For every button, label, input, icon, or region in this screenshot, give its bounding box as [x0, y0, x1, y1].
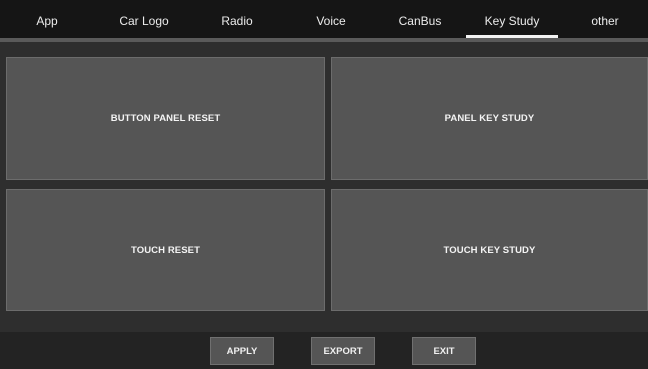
touch-reset-label: TOUCH RESET: [130, 244, 200, 256]
panel-key-study-label: PANEL KEY STUDY: [444, 113, 535, 124]
touch-key-study-button[interactable]: TOUCH KEY STUDY: [331, 189, 648, 311]
touch-reset-button[interactable]: TOUCH RESET: [6, 189, 325, 311]
panel-key-study-button[interactable]: PANEL KEY STUDY: [331, 57, 648, 180]
exit-button[interactable]: EXIT: [412, 337, 476, 365]
tab-key-study[interactable]: Key Study: [466, 0, 558, 38]
tab-voice[interactable]: Voice: [300, 0, 362, 38]
button-panel-reset-button[interactable]: BUTTON PANEL RESET: [6, 57, 325, 180]
top-tab-bar: App Car Logo Radio Voice CanBus Key Stud…: [0, 0, 648, 38]
apply-button[interactable]: APPLY: [210, 337, 274, 365]
tab-radio[interactable]: Radio: [206, 0, 268, 38]
tab-car-logo[interactable]: Car Logo: [106, 0, 182, 38]
tab-app[interactable]: App: [16, 0, 78, 38]
export-button[interactable]: EXPORT: [311, 337, 375, 365]
tab-canbus[interactable]: CanBus: [388, 0, 452, 38]
touch-key-study-label: TOUCH KEY STUDY: [443, 244, 536, 256]
button-panel-reset-label: BUTTON PANEL RESET: [110, 113, 221, 124]
tab-other[interactable]: other: [578, 0, 632, 38]
